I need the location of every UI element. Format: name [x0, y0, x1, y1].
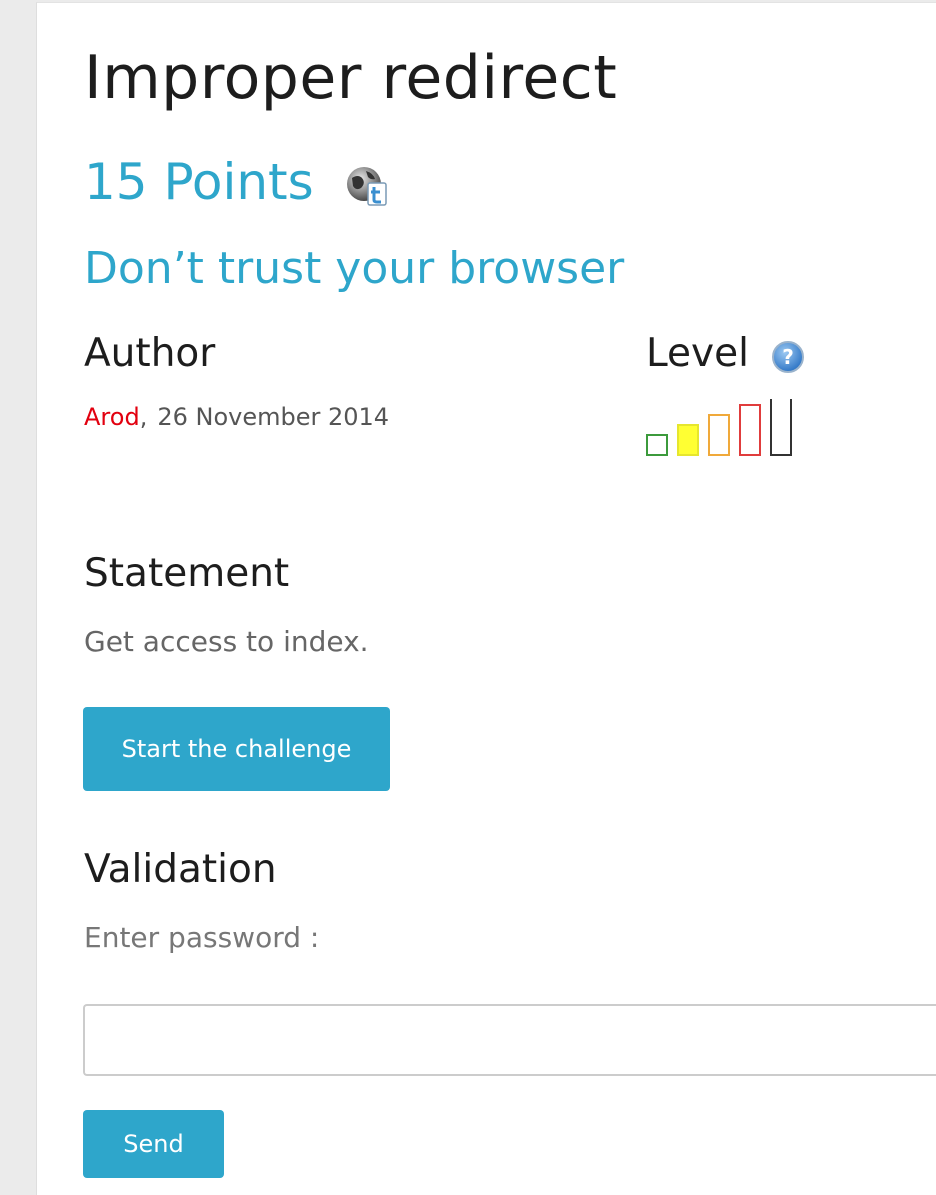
svg-text:?: ?: [782, 345, 794, 369]
web-share-icon[interactable]: [344, 163, 390, 209]
page-title: Improper redirect: [84, 43, 618, 113]
author-heading: Author: [84, 331, 216, 376]
author-separator: ,: [139, 403, 148, 431]
statement-heading: Statement: [84, 551, 290, 596]
password-field[interactable]: [83, 1004, 936, 1076]
level-heading: Level ?: [646, 331, 805, 376]
level-heading-label: Level: [646, 331, 749, 376]
start-challenge-button[interactable]: Start the challenge: [83, 707, 390, 791]
points-value: 15 Points: [84, 153, 314, 211]
author-link[interactable]: Arod: [84, 403, 140, 431]
statement-text: Get access to index.: [84, 625, 369, 658]
author-line: Arod, 26 November 2014: [84, 403, 389, 431]
level-bar-2: [677, 424, 699, 456]
send-button[interactable]: Send: [83, 1110, 224, 1178]
challenge-page: Improper redirect 15 Points Don’t trust …: [36, 2, 936, 1195]
level-bar-5: [770, 399, 792, 456]
publish-date: 26 November 2014: [157, 403, 390, 431]
level-bar-4: [739, 404, 761, 456]
level-bar-1: [646, 434, 668, 456]
help-question-icon[interactable]: ?: [771, 340, 805, 374]
level-bar-3: [708, 414, 730, 456]
page-subtitle: Don’t trust your browser: [84, 243, 625, 294]
validation-heading: Validation: [84, 847, 277, 892]
difficulty-level-bars: [646, 399, 792, 456]
password-label: Enter password :: [84, 921, 320, 954]
points-row: 15 Points: [84, 153, 390, 211]
